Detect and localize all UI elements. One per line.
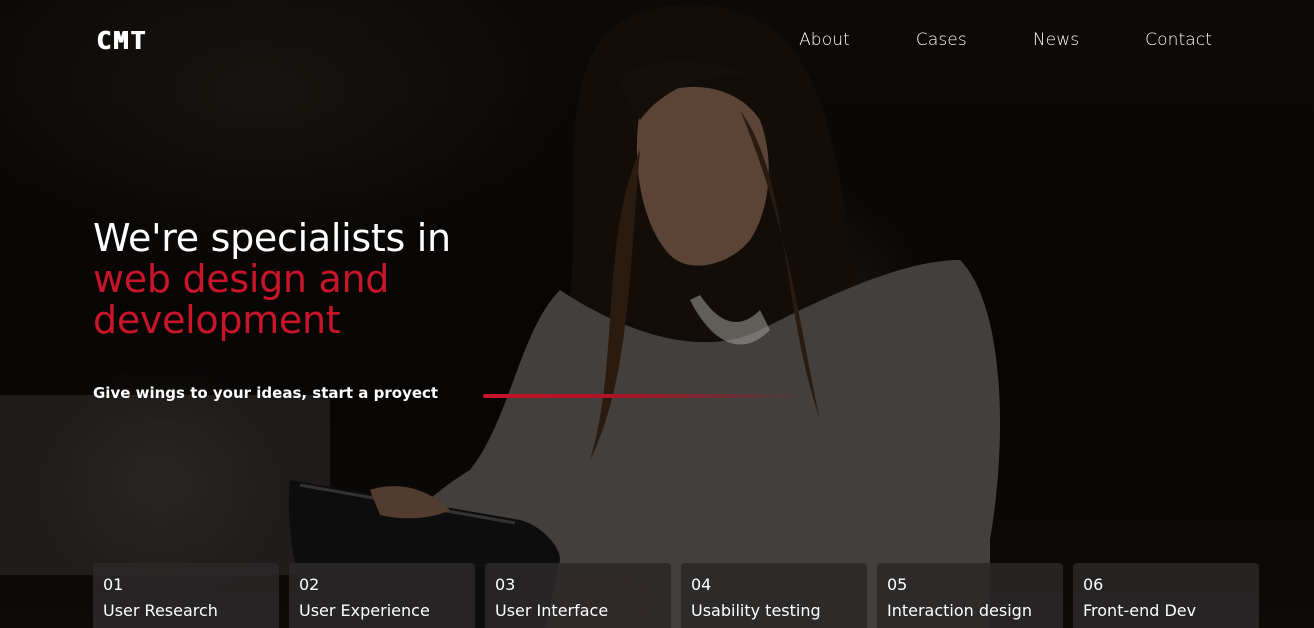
service-number: 05 bbox=[887, 575, 908, 594]
main-nav: About Cases News Contact bbox=[733, 30, 1212, 50]
service-card-user-experience[interactable]: 02 User Experience bbox=[289, 563, 475, 628]
nav-link-contact[interactable]: Contact bbox=[1145, 30, 1212, 50]
nav-link-about[interactable]: About bbox=[799, 30, 850, 50]
service-number: 04 bbox=[691, 575, 712, 594]
headline-line-1: We're specialists in bbox=[93, 216, 451, 260]
service-label: Usability testing bbox=[691, 601, 821, 620]
hero-tagline: Give wings to your ideas, start a proyec… bbox=[93, 384, 439, 402]
service-card-user-interface[interactable]: 03 User Interface bbox=[485, 563, 671, 628]
service-number: 06 bbox=[1083, 575, 1104, 594]
service-label: Front-end Dev bbox=[1083, 601, 1197, 620]
service-number: 03 bbox=[495, 575, 516, 594]
logo[interactable]: CMT bbox=[96, 26, 147, 55]
service-cards: 01 User Research 02 User Experience 03 U… bbox=[93, 563, 1259, 628]
service-label: User Interface bbox=[495, 601, 609, 620]
service-label: Interaction design bbox=[887, 601, 1032, 620]
nav-link-news[interactable]: News bbox=[1033, 30, 1079, 50]
service-card-usability-testing[interactable]: 04 Usability testing bbox=[681, 563, 867, 628]
service-card-user-research[interactable]: 01 User Research bbox=[93, 563, 279, 628]
hero-headline: We're specialists in web design and deve… bbox=[93, 218, 451, 341]
service-label: User Research bbox=[103, 601, 218, 620]
nav-link-cases[interactable]: Cases bbox=[916, 30, 967, 50]
service-card-front-end-dev[interactable]: 06 Front-end Dev bbox=[1073, 563, 1259, 628]
headline-line-2: web design and bbox=[93, 257, 390, 301]
hero-section: CMT About Cases News Contact We're speci… bbox=[0, 0, 1314, 628]
service-number: 01 bbox=[103, 575, 124, 594]
service-number: 02 bbox=[299, 575, 320, 594]
accent-divider bbox=[483, 394, 803, 398]
service-card-interaction-design[interactable]: 05 Interaction design bbox=[877, 563, 1063, 628]
headline-line-3: development bbox=[93, 298, 341, 342]
service-label: User Experience bbox=[299, 601, 430, 620]
